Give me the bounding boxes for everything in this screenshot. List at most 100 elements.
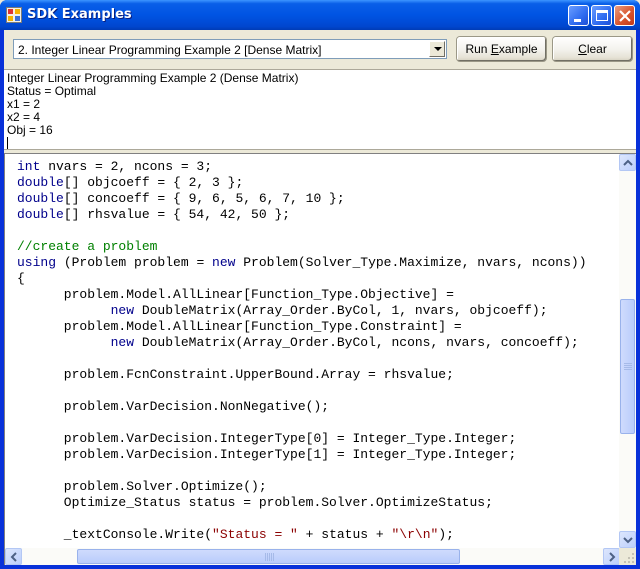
- code-line: problem.VarDecision.IntegerType[0] = Int…: [17, 431, 587, 447]
- code-line: problem.VarDecision.NonNegative();: [17, 399, 587, 415]
- code-keyword: double: [17, 191, 64, 206]
- output-text: Integer Linear Programming Example 2 (De…: [7, 72, 298, 137]
- code-keyword: new: [212, 255, 236, 270]
- code-line: int nvars = 2, ncons = 3;: [17, 159, 587, 175]
- code-text-segment: Optimize_Status status = problem.Solver.…: [17, 495, 493, 510]
- code-text-segment: (Problem problem =: [56, 255, 213, 270]
- text-caret: [7, 137, 8, 149]
- code-text: int nvars = 2, ncons = 3; double[] objcoe…: [17, 159, 587, 543]
- code-line: {: [17, 271, 587, 287]
- code-comment: //create a problem: [17, 239, 158, 254]
- horizontal-scroll-thumb[interactable]: [77, 549, 460, 564]
- code-text-segment: [] rhsvalue = { 54, 42, 50 };: [63, 207, 291, 222]
- code-text-segment: problem.VarDecision.IntegerType[0] = Int…: [17, 431, 517, 446]
- code-text-segment: [17, 303, 111, 318]
- code-text-segment: Problem(Solver_Type.Maximize, nvars, nco…: [235, 255, 587, 270]
- app-icon: [6, 7, 22, 23]
- size-grip[interactable]: [619, 548, 636, 565]
- code-line: problem.Model.AllLinear[Function_Type.Ob…: [17, 287, 587, 303]
- code-text-segment: problem.VarDecision.NonNegative();: [17, 399, 330, 414]
- run-label-accel: E: [490, 41, 499, 56]
- run-label-post: xample: [498, 41, 538, 56]
- code-line: new DoubleMatrix(Array_Order.ByCol, 1, n…: [17, 303, 587, 319]
- scroll-right-icon: [609, 552, 616, 562]
- code-keyword: double: [17, 207, 64, 222]
- code-keyword: int: [17, 159, 41, 174]
- code-text-segment: [] concoeff = { 9, 6, 5, 6, 7, 10 };: [63, 191, 345, 206]
- code-text-segment: problem.Model.AllLinear[Function_Type.Co…: [17, 319, 462, 334]
- code-text-segment: _textConsole.Write(: [17, 527, 213, 542]
- code-text-segment: [17, 335, 111, 350]
- maximize-button[interactable]: [591, 5, 612, 26]
- client-area: 2. Integer Linear Programming Example 2 …: [4, 30, 636, 565]
- code-text-segment: DoubleMatrix(Array_Order.ByCol, ncons, n…: [134, 335, 579, 350]
- clear-button[interactable]: Clear: [553, 37, 632, 61]
- code-line: double[] objcoeff = { 2, 3 };: [17, 175, 587, 191]
- code-line: new DoubleMatrix(Array_Order.ByCol, ncon…: [17, 335, 587, 351]
- example-select[interactable]: 2. Integer Linear Programming Example 2 …: [13, 39, 447, 59]
- code-text-segment: {: [17, 271, 25, 286]
- code-string: "Status = ": [212, 527, 298, 542]
- output-line: x1 = 2: [7, 97, 41, 111]
- output-console[interactable]: Integer Linear Programming Example 2 (De…: [4, 69, 636, 149]
- example-select-value: 2. Integer Linear Programming Example 2 …: [18, 43, 322, 57]
- code-line: problem.FcnConstraint.UpperBound.Array =…: [17, 367, 587, 383]
- code-text-segment: + status +: [297, 527, 392, 542]
- code-keyword: new: [110, 303, 135, 318]
- run-example-button[interactable]: Run Example: [457, 37, 546, 61]
- code-line: //create a problem: [17, 239, 587, 255]
- code-text-segment: [] objcoeff = { 2, 3 };: [63, 175, 244, 190]
- code-text-segment: );: [438, 527, 454, 542]
- clear-label-post: lear: [586, 41, 607, 56]
- maximize-icon: [596, 10, 608, 21]
- title-bar[interactable]: SDK Examples: [0, 0, 640, 30]
- code-line: problem.Model.AllLinear[Function_Type.Co…: [17, 319, 587, 335]
- code-text-segment: problem.FcnConstraint.UpperBound.Array =…: [17, 367, 454, 382]
- scroll-up-icon: [623, 159, 633, 166]
- scroll-left-icon: [10, 552, 17, 562]
- code-line: using (Problem problem = new Problem(Sol…: [17, 255, 587, 271]
- vertical-scrollbar[interactable]: [619, 154, 636, 548]
- code-line: double[] concoeff = { 9, 6, 5, 6, 7, 10 …: [17, 191, 587, 207]
- code-keyword: using: [17, 255, 57, 270]
- code-text-segment: nvars = 2, ncons = 3;: [40, 159, 213, 174]
- grip-icon: [265, 553, 274, 561]
- code-line: problem.Solver.Optimize();: [17, 479, 587, 495]
- app-window: SDK Examples 2. Integer Linear Programmi…: [0, 0, 640, 569]
- minimize-icon: [574, 19, 581, 22]
- code-text-segment: problem.Solver.Optimize();: [17, 479, 267, 494]
- chevron-down-icon[interactable]: [429, 41, 445, 57]
- scroll-right-button[interactable]: [603, 548, 620, 565]
- close-icon: [619, 10, 631, 22]
- horizontal-scrollbar[interactable]: [5, 548, 620, 565]
- code-keyword: new: [110, 335, 135, 350]
- code-keyword: double: [17, 175, 64, 190]
- code-editor[interactable]: int nvars = 2, ncons = 3; double[] objcoe…: [4, 154, 636, 565]
- grip-icon: [624, 363, 632, 370]
- close-button[interactable]: [614, 5, 635, 26]
- code-line: double[] rhsvalue = { 54, 42, 50 };: [17, 207, 587, 223]
- scroll-left-button[interactable]: [5, 548, 22, 565]
- code-line: _textConsole.Write("Status = " + status …: [17, 527, 587, 543]
- scroll-down-icon: [623, 537, 633, 544]
- vertical-scroll-thumb[interactable]: [620, 299, 635, 434]
- output-line: Obj = 16: [7, 123, 53, 137]
- code-line: Optimize_Status status = problem.Solver.…: [17, 495, 587, 511]
- output-line: Status = Optimal: [7, 84, 97, 98]
- code-text-segment: DoubleMatrix(Array_Order.ByCol, 1, nvars…: [134, 303, 548, 318]
- run-label-pre: Run: [465, 41, 491, 56]
- window-title: SDK Examples: [27, 7, 132, 22]
- minimize-button[interactable]: [568, 5, 589, 26]
- code-text-segment: problem.VarDecision.IntegerType[1] = Int…: [17, 447, 517, 462]
- scroll-up-button[interactable]: [619, 154, 636, 171]
- code-line: problem.VarDecision.IntegerType[1] = Int…: [17, 447, 587, 463]
- clear-label-accel: C: [578, 41, 587, 56]
- scroll-down-button[interactable]: [619, 531, 636, 548]
- code-string: "\r\n": [391, 527, 439, 542]
